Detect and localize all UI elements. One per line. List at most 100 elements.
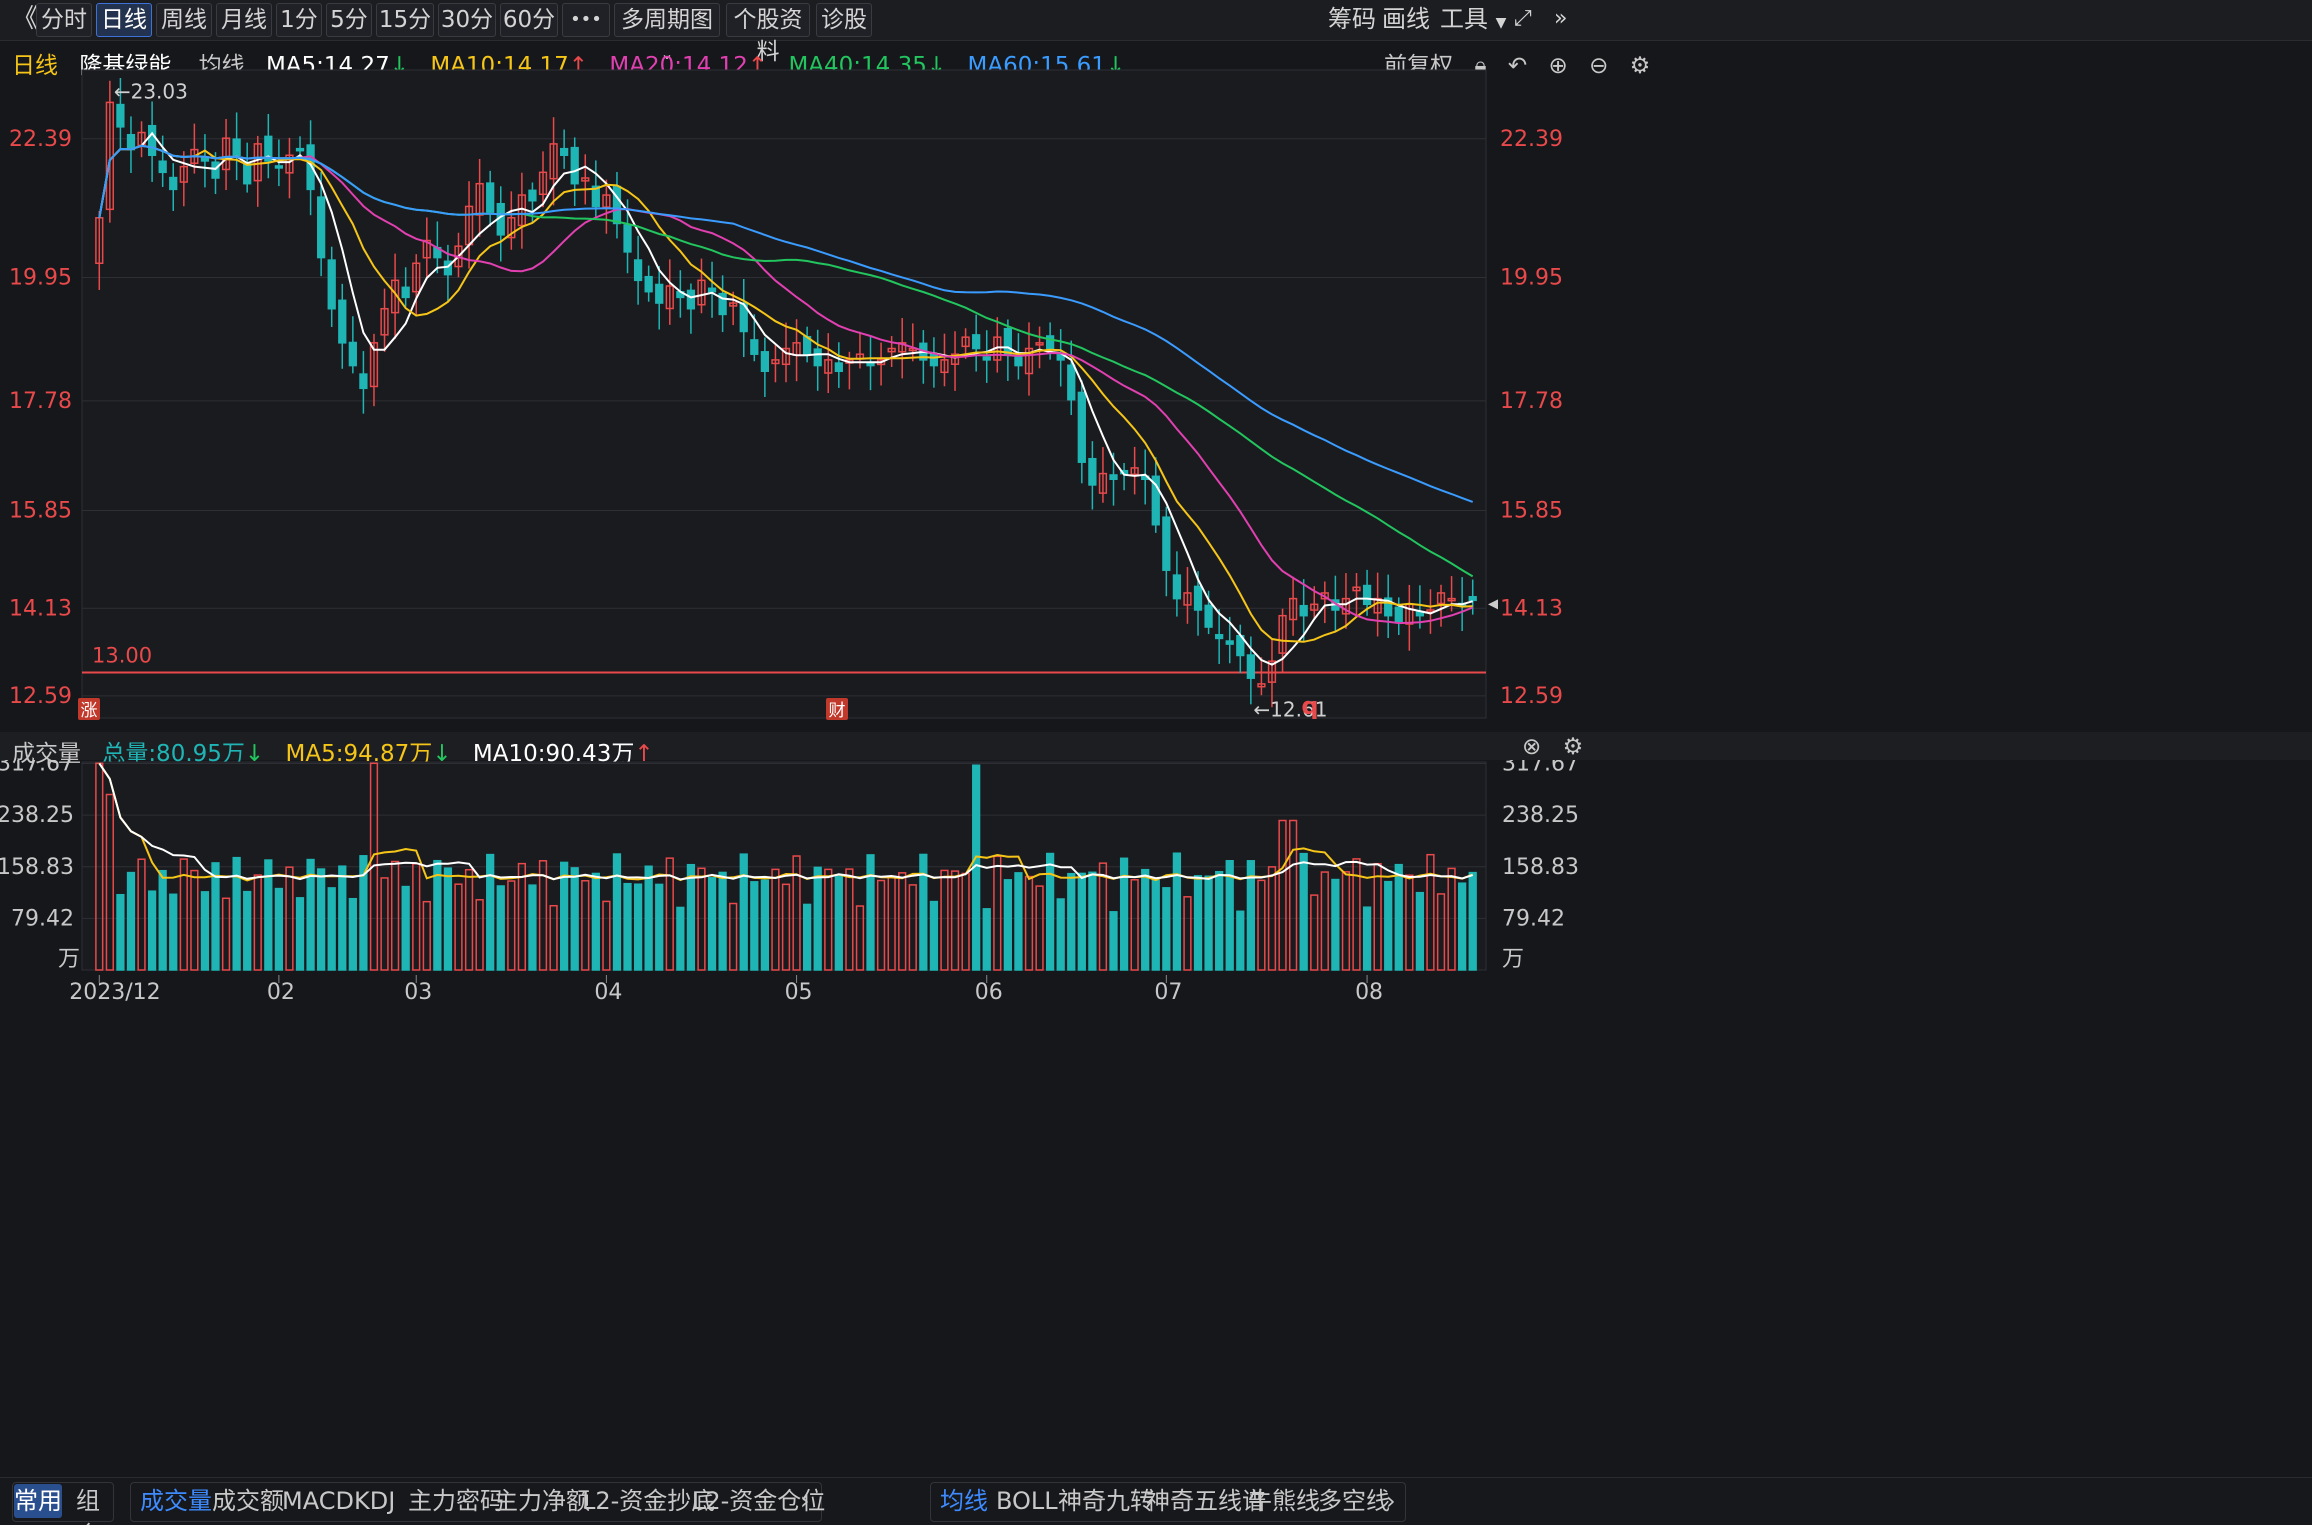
date-label: 06	[975, 980, 1003, 1005]
event-marker-zhang: 涨	[81, 701, 98, 721]
price-chart[interactable]: 22.39 22.39 19.95 19.95 17.78 17.78 15.85 15.85…	[0, 68, 2312, 728]
tab-nine-turn[interactable]: 神奇九转	[1058, 1484, 1154, 1518]
chevron-right-icon[interactable]: ›	[800, 1484, 810, 1518]
volume-bar	[1045, 852, 1055, 971]
high-price-mark: ←23.03	[114, 79, 188, 103]
volume-chart[interactable]: 317.67 317.67 238.25 238.25 158.83 158.83 79.4…	[0, 760, 2312, 975]
volume-bar	[866, 854, 875, 971]
tab-main-code[interactable]: 主力密码	[408, 1484, 504, 1518]
candle-body	[1215, 634, 1224, 640]
volume-tick-left: 317.67	[0, 760, 74, 777]
expand-icon[interactable]: ⤢	[1514, 3, 1532, 35]
candle-body	[147, 124, 157, 157]
diagnose-button[interactable]: 诊股	[816, 3, 872, 37]
candle-body	[1225, 640, 1234, 645]
period-tab-1min[interactable]: 1分	[276, 3, 322, 37]
candle-body	[338, 299, 347, 344]
tab-turnover[interactable]: 成交额	[212, 1484, 284, 1518]
candle-body	[1077, 391, 1086, 463]
volume-bar	[1014, 872, 1023, 971]
volume-bar	[1458, 882, 1467, 971]
tools-dropdown[interactable]: 工具 ▼	[1440, 3, 1506, 35]
candle-body	[1193, 585, 1203, 611]
date-label: 07	[1154, 980, 1182, 1005]
volume-tick-right: 317.67	[1502, 760, 1579, 777]
tab-bull-bear[interactable]: 牛熊线	[1248, 1484, 1320, 1518]
volume-bar	[1088, 871, 1097, 971]
candle-body	[200, 157, 210, 162]
period-tab-fenshi[interactable]: 分时	[36, 3, 92, 37]
chevron-right-icon[interactable]: ›	[1386, 1484, 1396, 1518]
close-icon[interactable]: ⊗	[1522, 734, 1541, 760]
candle-body	[1014, 355, 1023, 367]
tab-volume[interactable]: 成交量	[140, 1484, 212, 1518]
volume-bar	[126, 871, 136, 971]
date-axis: 2023/12 02 03 04 05 06 07 08	[69, 975, 1383, 1005]
volume-bar	[1109, 911, 1118, 971]
back-icon[interactable]: 《	[12, 3, 38, 35]
mode-tab-common[interactable]: 常用	[14, 1484, 62, 1518]
candle-body	[348, 341, 357, 367]
volume-bar	[623, 882, 632, 971]
volume-bar	[486, 853, 495, 971]
candle-body	[834, 362, 843, 373]
tab-ma-overlay[interactable]: 均线	[940, 1484, 988, 1518]
volume-bar	[707, 877, 717, 971]
event-marker-q: q	[1301, 692, 1318, 720]
volume-bar	[834, 874, 843, 971]
candle-body	[169, 176, 178, 191]
collapse-icon[interactable]: »	[1554, 3, 1567, 35]
gear-icon[interactable]: ⚙	[1563, 734, 1584, 760]
volume-bar	[338, 865, 347, 971]
candle-body	[1246, 654, 1255, 679]
price-tick-left: 19.95	[9, 265, 72, 290]
volume-tick-left: 158.83	[0, 855, 74, 880]
volume-bar	[443, 867, 453, 971]
volume-bar	[1468, 871, 1477, 971]
period-tab-monthly[interactable]: 月线	[216, 3, 272, 37]
period-tab-daily[interactable]: 日线	[96, 3, 152, 37]
period-tab-weekly[interactable]: 周线	[156, 3, 212, 37]
period-tab-15min[interactable]: 15分	[376, 3, 434, 37]
candle-body	[116, 103, 125, 128]
volume-bar	[232, 856, 241, 971]
volume-bar	[919, 853, 928, 971]
volume-tick-right: 79.42	[1502, 906, 1565, 931]
volume-bar	[528, 884, 537, 971]
tab-main-net[interactable]: 主力净额	[494, 1484, 590, 1518]
price-tick-left: 15.85	[9, 499, 72, 524]
volume-bar	[1362, 906, 1372, 971]
volume-bar	[633, 883, 643, 971]
candle-body	[158, 160, 167, 174]
volume-bar	[1204, 875, 1213, 971]
support-line-label: 13.00	[92, 644, 152, 668]
candle-body	[317, 196, 326, 259]
volume-bar	[591, 872, 600, 971]
tab-kdj[interactable]: KDJ	[354, 1484, 395, 1518]
price-tick-left: 12.59	[9, 684, 72, 709]
candle-body	[1162, 516, 1171, 571]
volume-bar	[348, 897, 357, 971]
candle-body	[612, 185, 622, 225]
period-tab-30min[interactable]: 30分	[438, 3, 496, 37]
draw-line-button[interactable]: 画线	[1382, 3, 1430, 35]
tab-macd[interactable]: MACD	[282, 1484, 354, 1518]
period-tab-5min[interactable]: 5分	[326, 3, 372, 37]
more-periods-button[interactable]: •••	[562, 3, 610, 37]
chips-button[interactable]: 筹码	[1328, 3, 1376, 35]
volume-bar	[1299, 852, 1308, 971]
candle-body	[633, 259, 643, 282]
volume-bar	[1384, 880, 1393, 971]
volume-bar	[317, 868, 326, 971]
mode-tab-combo[interactable]: 组合	[66, 1484, 110, 1525]
tools-label: 工具	[1440, 5, 1488, 33]
period-tab-60min[interactable]: 60分	[500, 3, 558, 37]
candle-body	[295, 147, 305, 152]
stock-info-button[interactable]: 个股资料	[726, 3, 810, 65]
tab-long-short[interactable]: 多空线	[1318, 1484, 1390, 1518]
multi-period-dropdown[interactable]: 多周期图 ⌄	[614, 3, 720, 63]
tab-boll[interactable]: BOLL	[996, 1484, 1058, 1518]
volume-tick-left: 238.25	[0, 803, 74, 828]
volume-bar	[1193, 875, 1203, 971]
volume-bar	[686, 863, 696, 971]
